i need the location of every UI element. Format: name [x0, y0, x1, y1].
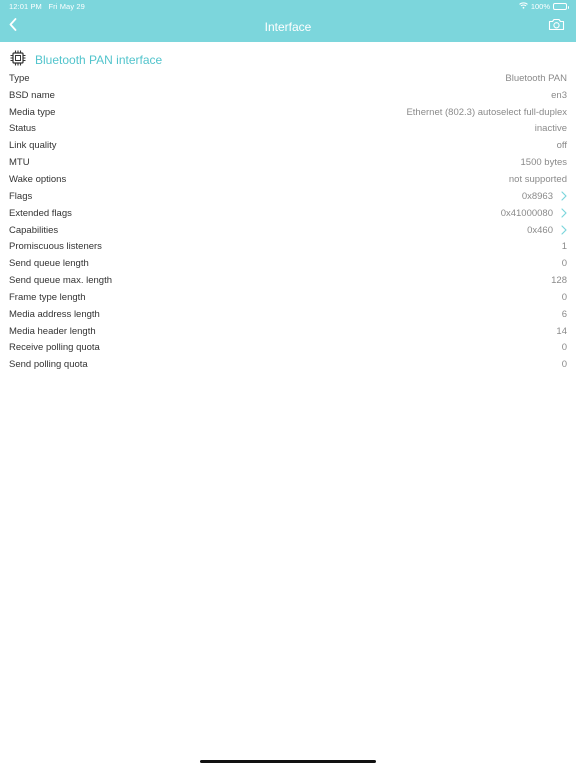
row-label: Type [9, 72, 30, 84]
row-label: Flags [9, 190, 33, 202]
chevron-right-icon [561, 225, 567, 235]
row-label: Send polling quota [9, 359, 88, 371]
status-clock: 12:01 PM [9, 2, 42, 11]
row-value: 0 [561, 359, 567, 371]
row-label: Extended flags [9, 207, 72, 219]
chip-icon [9, 49, 27, 72]
row-send-queue-length: Send queue length 0 [0, 255, 576, 272]
row-value: off [556, 140, 567, 152]
status-date: Fri May 29 [48, 2, 85, 11]
row-right: 0x41000080 [501, 208, 567, 219]
row-label: BSD name [9, 89, 55, 101]
battery-icon [553, 3, 569, 10]
row-label: Link quality [9, 140, 57, 152]
wifi-icon [518, 2, 528, 11]
row-label: Receive polling quota [9, 342, 100, 354]
row-media-type: Media type Ethernet (802.3) autoselect f… [0, 104, 576, 121]
row-value: Ethernet (802.3) autoselect full-duplex [406, 106, 567, 118]
battery-percentage: 100% [530, 2, 550, 11]
row-label: Media type [9, 106, 56, 118]
row-flags[interactable]: Flags 0x8963 [0, 188, 576, 205]
row-value: inactive [534, 123, 567, 135]
row-label: Status [9, 123, 36, 135]
row-value: 6 [561, 308, 567, 320]
navigation-bar: 12:01 PM Fri May 29 100% Interface [0, 0, 576, 42]
row-value: 0x460 [527, 224, 553, 236]
section-title: Bluetooth PAN interface [35, 53, 163, 67]
nav-title: Interface [264, 20, 312, 34]
row-frame-type-length: Frame type length 0 [0, 289, 576, 306]
row-media-header-length: Media header length 14 [0, 323, 576, 340]
row-value: 1 [561, 241, 567, 253]
row-bsd-name: BSD name en3 [0, 87, 576, 104]
row-promiscuous-listeners: Promiscuous listeners 1 [0, 238, 576, 255]
row-receive-polling-quota: Receive polling quota 0 [0, 340, 576, 357]
row-label: MTU [9, 157, 30, 169]
row-label: Promiscuous listeners [9, 241, 102, 253]
row-label: Wake options [9, 173, 67, 185]
row-value: 0 [561, 258, 567, 270]
row-value: 0 [561, 291, 567, 303]
screenshot-button[interactable] [546, 18, 566, 36]
row-value: en3 [551, 89, 567, 101]
camera-icon [548, 18, 565, 36]
chevron-right-icon [561, 208, 567, 218]
row-value: 14 [556, 325, 567, 337]
interface-details-list: Type Bluetooth PAN BSD name en3 Media ty… [0, 70, 576, 373]
row-send-polling-quota: Send polling quota 0 [0, 356, 576, 373]
row-label: Capabilities [9, 224, 59, 236]
row-value: 1500 bytes [520, 157, 567, 169]
row-label: Media address length [9, 308, 100, 320]
row-right: 0x8963 [522, 191, 567, 202]
home-indicator[interactable] [200, 760, 376, 763]
row-link-quality: Link quality off [0, 137, 576, 154]
row-label: Media header length [9, 325, 96, 337]
row-label: Send queue length [9, 258, 89, 270]
row-value: 0x8963 [521, 190, 553, 202]
section-header: Bluetooth PAN interface [9, 50, 162, 70]
row-value: Bluetooth PAN [505, 72, 567, 84]
row-extended-flags[interactable]: Extended flags 0x41000080 [0, 205, 576, 222]
status-indicators: 100% [518, 2, 569, 11]
row-value: 128 [551, 275, 567, 287]
row-value: 0 [561, 342, 567, 354]
status-time: 12:01 PM Fri May 29 [9, 2, 85, 11]
row-label: Send queue max. length [9, 275, 112, 287]
row-type: Type Bluetooth PAN [0, 70, 576, 87]
row-label: Frame type length [9, 291, 86, 303]
chevron-right-icon [561, 191, 567, 201]
row-send-queue-max-length: Send queue max. length 128 [0, 272, 576, 289]
row-value: not supported [508, 173, 567, 185]
row-wake-options: Wake options not supported [0, 171, 576, 188]
row-value: 0x41000080 [500, 207, 553, 219]
row-status: Status inactive [0, 121, 576, 138]
row-mtu: MTU 1500 bytes [0, 154, 576, 171]
row-media-address-length: Media address length 6 [0, 306, 576, 323]
app-screen: 12:01 PM Fri May 29 100% Interface Bluet… [0, 0, 576, 768]
row-right: 0x460 [527, 225, 567, 236]
row-capabilities[interactable]: Capabilities 0x460 [0, 222, 576, 239]
